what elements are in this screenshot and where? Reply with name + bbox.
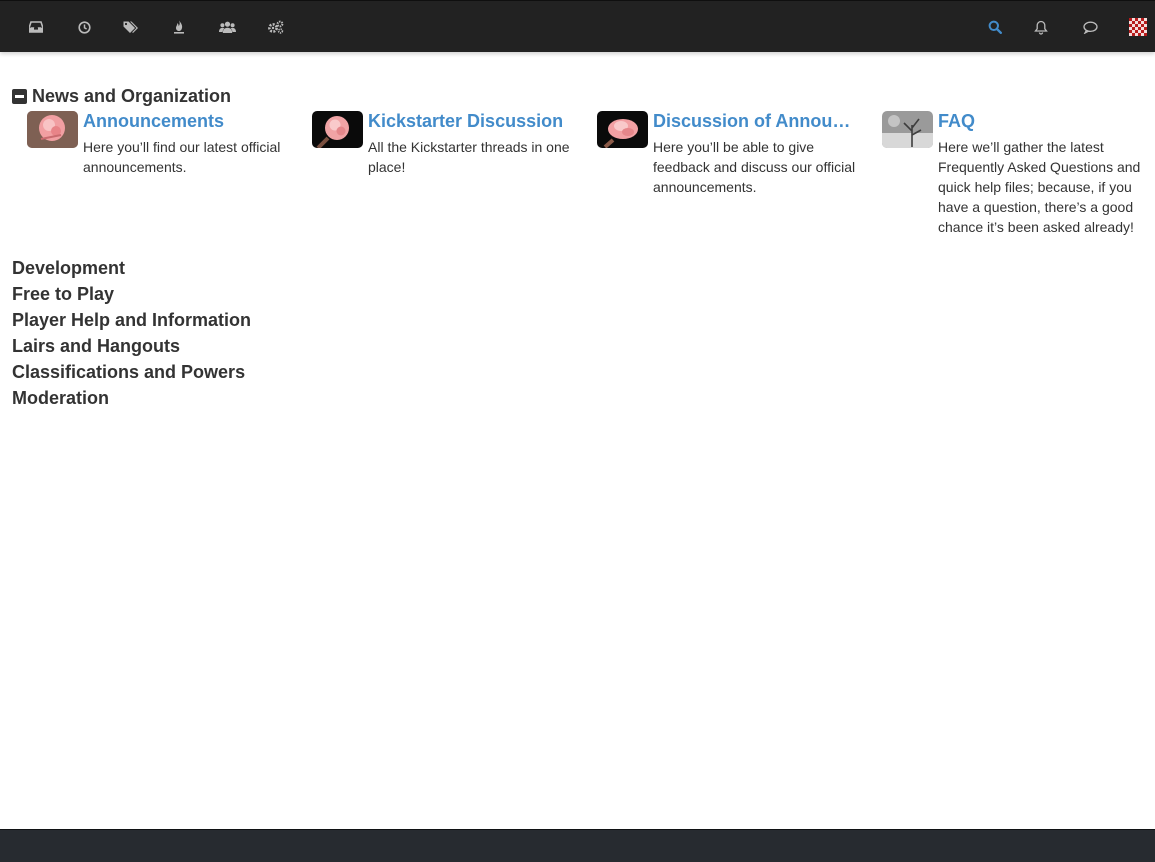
cogs-icon[interactable] bbox=[262, 14, 288, 40]
chat-icon[interactable] bbox=[1077, 14, 1103, 40]
category-player-help[interactable]: Player Help and Information bbox=[12, 309, 251, 331]
tags-icon[interactable] bbox=[118, 14, 144, 40]
forum-title[interactable]: FAQ bbox=[938, 110, 1138, 132]
search-icon[interactable] bbox=[982, 14, 1008, 40]
category-lairs-hangouts[interactable]: Lairs and Hangouts bbox=[12, 335, 180, 357]
forum-title[interactable]: Kickstarter Discussion bbox=[368, 110, 568, 132]
forum-snow-tree-thumbnail[interactable] bbox=[882, 111, 933, 148]
forum-title[interactable]: Discussion of Announcements bbox=[653, 110, 853, 132]
users-icon[interactable] bbox=[214, 14, 240, 40]
bell-icon[interactable] bbox=[1028, 14, 1054, 40]
clock-icon[interactable] bbox=[71, 14, 97, 40]
forum-description: Here we’ll gather the latest Frequently … bbox=[938, 139, 1141, 235]
forum-description: All the Kickstarter threads in one place… bbox=[368, 139, 570, 175]
forum-description: Here you’ll find our latest official ann… bbox=[83, 139, 281, 175]
category-classifications-powers[interactable]: Classifications and Powers bbox=[12, 361, 245, 383]
footer-bar bbox=[0, 829, 1155, 862]
top-navbar bbox=[0, 0, 1155, 52]
category-title[interactable]: News and Organization bbox=[32, 86, 231, 107]
category-header-news: News and Organization bbox=[12, 85, 231, 107]
forum-description: Here you’ll be able to give feedback and… bbox=[653, 139, 856, 195]
forum-title[interactable]: Announcements bbox=[83, 110, 283, 132]
forum-rose-thumbnail[interactable] bbox=[27, 111, 78, 148]
category-moderation[interactable]: Moderation bbox=[12, 387, 109, 409]
collapse-minus-icon[interactable] bbox=[12, 88, 27, 104]
category-free-to-play[interactable]: Free to Play bbox=[12, 283, 114, 305]
forum-rose-thumbnail[interactable] bbox=[597, 111, 648, 148]
fire-icon[interactable] bbox=[166, 14, 192, 40]
avatar[interactable] bbox=[1129, 18, 1147, 36]
forum-rose-thumbnail[interactable] bbox=[312, 111, 363, 148]
category-development[interactable]: Development bbox=[12, 257, 125, 279]
inbox-icon[interactable] bbox=[23, 14, 49, 40]
